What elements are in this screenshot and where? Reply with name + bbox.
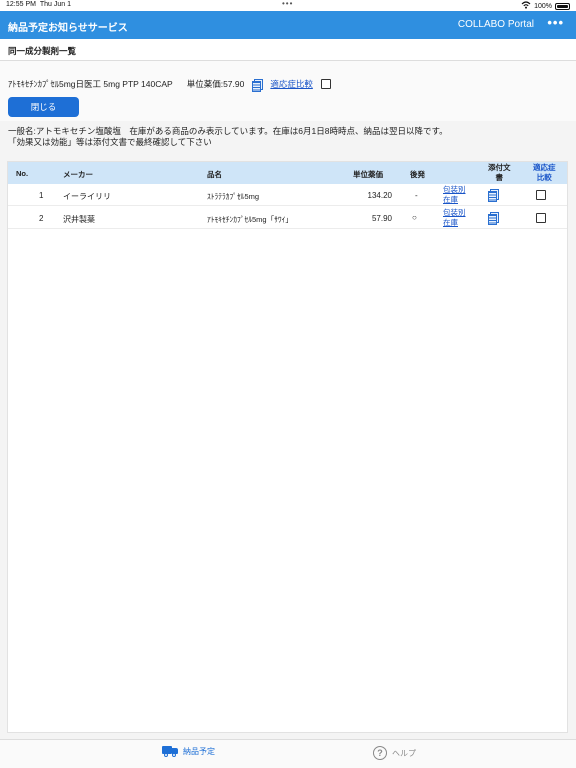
row-generic: ○ bbox=[412, 213, 417, 222]
tab-delivery-label: 納品予定 bbox=[183, 747, 215, 756]
row-price: 134.20 bbox=[367, 191, 392, 200]
header-package-insert: 添付文 書 bbox=[488, 163, 511, 182]
product-table: No. メーカー 品名 単位薬価 後発 添付文 書 適応症 比較 1 イーライリ… bbox=[7, 161, 568, 733]
app-bar: 納品予定お知らせサービス COLLABO Portal ••• bbox=[0, 11, 576, 39]
multitask-dots[interactable]: ••• bbox=[282, 0, 293, 8]
product-name: ｱﾄﾓｷｾﾁﾝｶﾌﾟｾﾙ5mg日医工 5mg PTP 140CAP bbox=[8, 79, 173, 89]
help-icon: ? bbox=[373, 746, 387, 760]
header-no: No. bbox=[16, 169, 29, 178]
notice: 一般名:アトモキセチン塩酸塩 在庫がある商品のみ表示しています。在庫は6月1日8… bbox=[0, 121, 576, 152]
notice-line-2: 「効果又は効能」等は添付文書で最終確認して下さい bbox=[8, 137, 212, 147]
package-insert-icon[interactable] bbox=[488, 189, 499, 202]
row-generic: - bbox=[415, 191, 418, 200]
header-generic: 後発 bbox=[410, 170, 425, 179]
header-name: 品名 bbox=[207, 170, 222, 179]
table-header: No. メーカー 品名 単位薬価 後発 添付文 書 適応症 比較 bbox=[8, 162, 567, 184]
row-maker: イーライリリ bbox=[63, 192, 111, 201]
close-button[interactable]: 閉じる bbox=[8, 97, 79, 117]
truck-icon bbox=[162, 746, 178, 757]
status-time: 12:55 PM Thu Jun 1 bbox=[6, 1, 71, 8]
table-row: 2 沢井製薬 ｱﾄﾓｷｾﾁﾝｶﾌﾟｾﾙ5mg「ｻﾜｲ」 57.90 ○ 包装別在… bbox=[8, 207, 567, 229]
row-no: 2 bbox=[39, 214, 44, 223]
more-menu-icon[interactable]: ••• bbox=[547, 15, 564, 30]
package-insert-icon[interactable] bbox=[488, 212, 499, 225]
table-row: 1 イーライリリ ｽﾄﾗﾃﾗｶﾌﾟｾﾙ5mg 134.20 - 包装別 在庫 bbox=[8, 184, 567, 206]
header-maker: メーカー bbox=[63, 170, 93, 179]
product-info: ｱﾄﾓｷｾﾁﾝｶﾌﾟｾﾙ5mg日医工 5mg PTP 140CAP 単位薬価:5… bbox=[0, 61, 576, 121]
notice-line-1: 一般名:アトモキセチン塩酸塩 在庫がある商品のみ表示しています。在庫は6月1日8… bbox=[8, 126, 448, 136]
battery-icon bbox=[555, 2, 570, 10]
wifi-icon bbox=[521, 1, 531, 11]
tab-help[interactable]: ? ヘルプ bbox=[373, 746, 416, 760]
tab-bar: 納品予定 ? ヘルプ bbox=[0, 739, 576, 768]
battery-percent: 100% bbox=[534, 2, 552, 10]
compare-checkbox[interactable] bbox=[320, 79, 331, 89]
package-insert-icon[interactable] bbox=[252, 78, 264, 92]
page-header: 同一成分製剤一覧 bbox=[0, 39, 576, 61]
compare-checkbox[interactable] bbox=[536, 213, 546, 225]
header-price: 単位薬価 bbox=[353, 170, 383, 179]
status-bar: 12:55 PM Thu Jun 1 ••• 100% bbox=[0, 0, 576, 11]
row-product-name: ｽﾄﾗﾃﾗｶﾌﾟｾﾙ5mg bbox=[207, 192, 260, 201]
indication-compare-link[interactable]: 適応症比較 bbox=[270, 78, 313, 90]
row-product-name: ｱﾄﾓｷｾﾁﾝｶﾌﾟｾﾙ5mg「ｻﾜｲ」 bbox=[207, 215, 293, 224]
row-maker: 沢井製薬 bbox=[63, 215, 95, 224]
app-title: 納品予定お知らせサービス bbox=[8, 23, 128, 34]
portal-link[interactable]: COLLABO Portal bbox=[458, 19, 534, 30]
status-right: 100% bbox=[521, 1, 570, 11]
compare-checkbox[interactable] bbox=[536, 190, 546, 202]
row-price: 57.90 bbox=[371, 214, 392, 223]
tab-help-label: ヘルプ bbox=[392, 748, 416, 758]
package-stock-link[interactable]: 包装別 在庫 bbox=[443, 185, 466, 205]
package-stock-link[interactable]: 包装別 在庫 bbox=[443, 208, 466, 228]
row-no: 1 bbox=[39, 191, 44, 200]
header-indication-compare: 適応症 比較 bbox=[533, 163, 556, 182]
product-line: ｱﾄﾓｷｾﾁﾝｶﾌﾟｾﾙ5mg日医工 5mg PTP 140CAP 単位薬価:5… bbox=[8, 78, 331, 92]
page-title: 同一成分製剤一覧 bbox=[8, 46, 77, 56]
product-price: 単位薬価:57.90 bbox=[186, 79, 245, 89]
tab-delivery[interactable]: 納品予定 bbox=[162, 746, 215, 757]
